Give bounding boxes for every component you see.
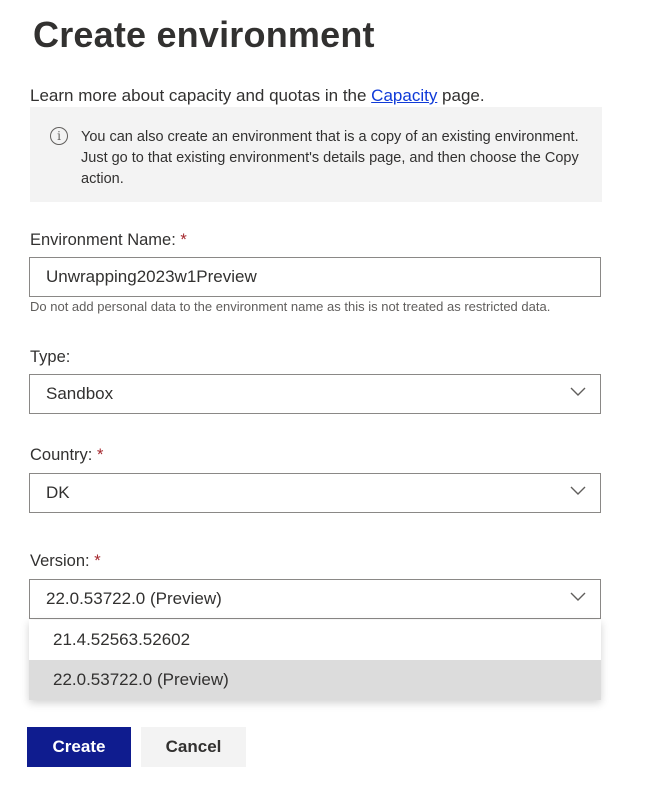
country-value: DK bbox=[46, 483, 70, 502]
environment-name-label: Environment Name: * bbox=[30, 231, 187, 249]
version-label: Version: * bbox=[30, 552, 101, 570]
create-button[interactable]: Create bbox=[27, 727, 131, 767]
version-value: 22.0.53722.0 (Preview) bbox=[46, 589, 222, 608]
chevron-down-icon bbox=[570, 387, 586, 396]
type-dropdown[interactable]: Sandbox bbox=[29, 374, 601, 414]
info-icon: i bbox=[50, 127, 68, 145]
intro-prefix: Learn more about capacity and quotas in … bbox=[30, 86, 372, 105]
version-option[interactable]: 21.4.52563.52602 bbox=[29, 620, 601, 660]
info-message-box: i You can also create an environment tha… bbox=[30, 107, 602, 202]
page-title: Create environment bbox=[33, 14, 375, 55]
country-dropdown[interactable]: DK bbox=[29, 473, 601, 513]
chevron-down-icon bbox=[570, 592, 586, 601]
type-value: Sandbox bbox=[46, 384, 114, 403]
intro-text: Learn more about capacity and quotas in … bbox=[30, 86, 485, 106]
country-label: Country: * bbox=[30, 446, 104, 464]
version-option-selected[interactable]: 22.0.53722.0 (Preview) bbox=[29, 660, 601, 700]
cancel-button[interactable]: Cancel bbox=[141, 727, 246, 767]
version-options-list: 21.4.52563.52602 22.0.53722.0 (Preview) bbox=[29, 620, 601, 700]
required-marker: * bbox=[94, 552, 101, 570]
required-marker: * bbox=[96, 446, 104, 464]
capacity-link[interactable]: Capacity bbox=[371, 86, 437, 105]
type-label: Type: bbox=[30, 348, 71, 366]
intro-suffix: page. bbox=[437, 86, 485, 105]
environment-name-input[interactable]: Unwrapping2023w1Preview bbox=[29, 257, 601, 297]
environment-name-hint: Do not add personal data to the environm… bbox=[30, 299, 551, 314]
version-dropdown[interactable]: 22.0.53722.0 (Preview) bbox=[29, 579, 601, 619]
required-marker: * bbox=[180, 231, 187, 249]
chevron-down-icon bbox=[570, 486, 586, 495]
info-message-text: You can also create an environment that … bbox=[81, 129, 579, 187]
environment-name-value: Unwrapping2023w1Preview bbox=[46, 267, 257, 286]
